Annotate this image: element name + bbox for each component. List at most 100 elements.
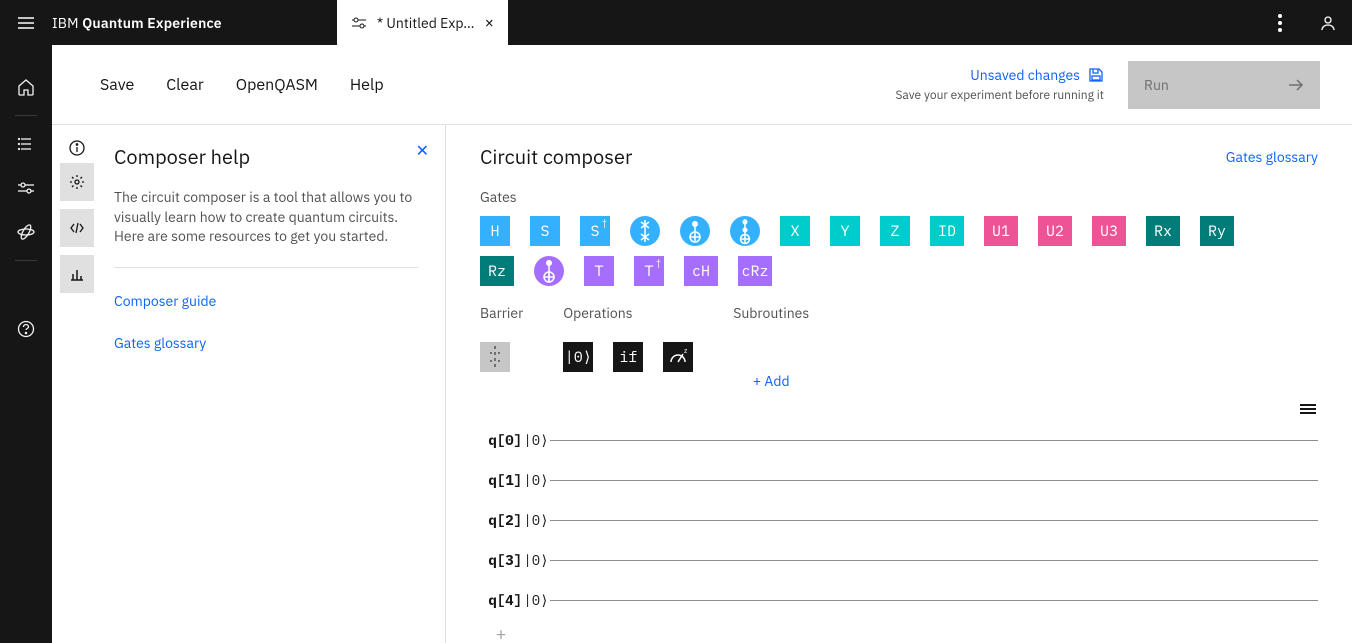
panel-rail (52, 125, 102, 643)
subroutines-label: Subroutines (733, 304, 809, 322)
chart-panel-icon[interactable] (60, 255, 94, 293)
gate-S[interactable]: S (530, 216, 560, 246)
save-button[interactable]: Save (100, 75, 134, 95)
gate-U2[interactable]: U2 (1038, 216, 1072, 246)
ket-label: |0⟩ (522, 471, 550, 489)
clear-button[interactable]: Clear (166, 75, 204, 95)
qubit-wire[interactable] (550, 600, 1318, 601)
content: Composer help ✕ The circuit composer is … (52, 125, 1352, 643)
qubit-wire[interactable] (550, 520, 1318, 521)
run-button[interactable]: Run (1128, 61, 1320, 109)
qubit-row: q[3]|0⟩ (480, 540, 1318, 580)
gate-swap[interactable] (630, 216, 660, 246)
gate-ID[interactable]: ID (930, 216, 964, 246)
gate-H[interactable]: H (480, 216, 510, 246)
barrier-ops (480, 342, 523, 372)
help-panel: Composer help ✕ The circuit composer is … (102, 125, 446, 643)
qubit-row: q[2]|0⟩ (480, 500, 1318, 540)
gate-Rx[interactable]: Rx (1146, 216, 1180, 246)
gate-T[interactable]: T (584, 256, 614, 286)
qubit-label[interactable]: q[4] (480, 591, 522, 609)
help-icon[interactable] (0, 307, 52, 351)
settings-panel-icon[interactable] (60, 163, 94, 201)
circuit-more-icon[interactable] (1298, 402, 1318, 420)
operation-if[interactable]: if (613, 342, 643, 372)
save-icon (1088, 67, 1104, 83)
help-panel-title: Composer help (114, 143, 419, 170)
help-button[interactable]: Help (350, 75, 384, 95)
gates-label: Gates (480, 188, 1318, 206)
unsaved-block: Unsaved changes Save your experiment bef… (895, 66, 1104, 103)
gate-T[interactable]: T† (634, 256, 664, 286)
add-subroutine-button[interactable]: + Add (733, 372, 809, 390)
shell: Save Clear OpenQASM Help Unsaved changes… (0, 45, 1352, 643)
openqasm-button[interactable]: OpenQASM (236, 75, 318, 95)
composer-nav-icon[interactable] (0, 166, 52, 210)
gates-row: Rz T T† cH cRz (480, 256, 1318, 286)
gate-Y[interactable]: Y (830, 216, 860, 246)
gate-U3[interactable]: U3 (1092, 216, 1126, 246)
qubit-label[interactable]: q[1] (480, 471, 522, 489)
gates-glossary-link[interactable]: Gates glossary (114, 334, 419, 352)
unsaved-changes-link[interactable]: Unsaved changes (970, 66, 1104, 84)
qubit-wire[interactable] (550, 480, 1318, 481)
composer-guide-link[interactable]: Composer guide (114, 292, 419, 310)
operations-ops: |0⟩ ifz (563, 342, 693, 372)
qubit-wire[interactable] (550, 560, 1318, 561)
ket-label: |0⟩ (522, 591, 550, 609)
toolbar: Save Clear OpenQASM Help Unsaved changes… (52, 45, 1352, 125)
circuit-area: q[0]|0⟩q[1]|0⟩q[2]|0⟩q[3]|0⟩q[4]|0⟩ + c5 (480, 420, 1318, 643)
composer-tab-icon (351, 15, 367, 31)
qubit-label[interactable]: q[0] (480, 431, 522, 449)
overflow-icon[interactable] (1256, 0, 1304, 45)
gate-S[interactable]: S† (580, 216, 610, 246)
gate-cnot[interactable] (680, 216, 710, 246)
close-icon[interactable]: × (484, 15, 494, 31)
home-icon[interactable] (0, 65, 52, 109)
topbar-right (1256, 0, 1352, 45)
tab-untitled[interactable]: * Untitled Exp… × (337, 0, 508, 45)
gate-cnotpurple[interactable] (534, 256, 564, 286)
gate-cRz[interactable]: cRz (738, 256, 772, 286)
gates-glossary-top-link[interactable]: Gates glossary (1226, 148, 1318, 166)
barrier-gate[interactable] (480, 342, 510, 372)
gate-cH[interactable]: cH (684, 256, 718, 286)
left-rail (0, 45, 52, 643)
qubit-wire[interactable] (550, 440, 1318, 441)
operation-|0⟩[interactable]: |0⟩ (563, 342, 593, 372)
ket-label: |0⟩ (522, 511, 550, 529)
gate-Ry[interactable]: Ry (1200, 216, 1234, 246)
qubit-row: q[0]|0⟩ (480, 420, 1318, 460)
results-icon[interactable] (0, 122, 52, 166)
operations-label: Operations (563, 304, 693, 322)
arrow-right-icon (1288, 79, 1304, 91)
barrier-label: Barrier (480, 304, 523, 322)
topbar: IBM Quantum Experience * Untitled Exp… × (0, 0, 1352, 45)
composer: Circuit composer Gates glossary Gates HS… (446, 125, 1352, 643)
workspace: Save Clear OpenQASM Help Unsaved changes… (52, 45, 1352, 643)
gate-X[interactable]: X (780, 216, 810, 246)
add-qubit-icon[interactable]: + (480, 622, 522, 643)
gates-row: HS S† XYZ ID U1 U2 U3 Rx Ry (480, 216, 1318, 246)
ket-label: |0⟩ (522, 551, 550, 569)
gate-Rz[interactable]: Rz (480, 256, 514, 286)
gate-ccx[interactable] (730, 216, 760, 246)
qubit-label[interactable]: q[2] (480, 511, 522, 529)
gate-Z[interactable]: Z (880, 216, 910, 246)
code-panel-icon[interactable] (60, 209, 94, 247)
composer-title: Circuit composer (480, 143, 632, 170)
close-help-icon[interactable]: ✕ (416, 141, 429, 161)
qubit-row: q[4]|0⟩ (480, 580, 1318, 620)
menu-icon[interactable] (0, 0, 52, 45)
info-icon[interactable] (61, 135, 93, 161)
gate-U1[interactable]: U1 (984, 216, 1018, 246)
user-icon[interactable] (1304, 0, 1352, 45)
tab-title: * Untitled Exp… (377, 14, 475, 32)
notebooks-icon[interactable] (0, 210, 52, 254)
ket-label: |0⟩ (522, 431, 550, 449)
qubit-row: q[1]|0⟩ (480, 460, 1318, 500)
qubit-label[interactable]: q[3] (480, 551, 522, 569)
brand-title: IBM Quantum Experience (52, 14, 222, 32)
operation-measure[interactable]: z (663, 342, 693, 372)
save-note: Save your experiment before running it (895, 88, 1104, 103)
